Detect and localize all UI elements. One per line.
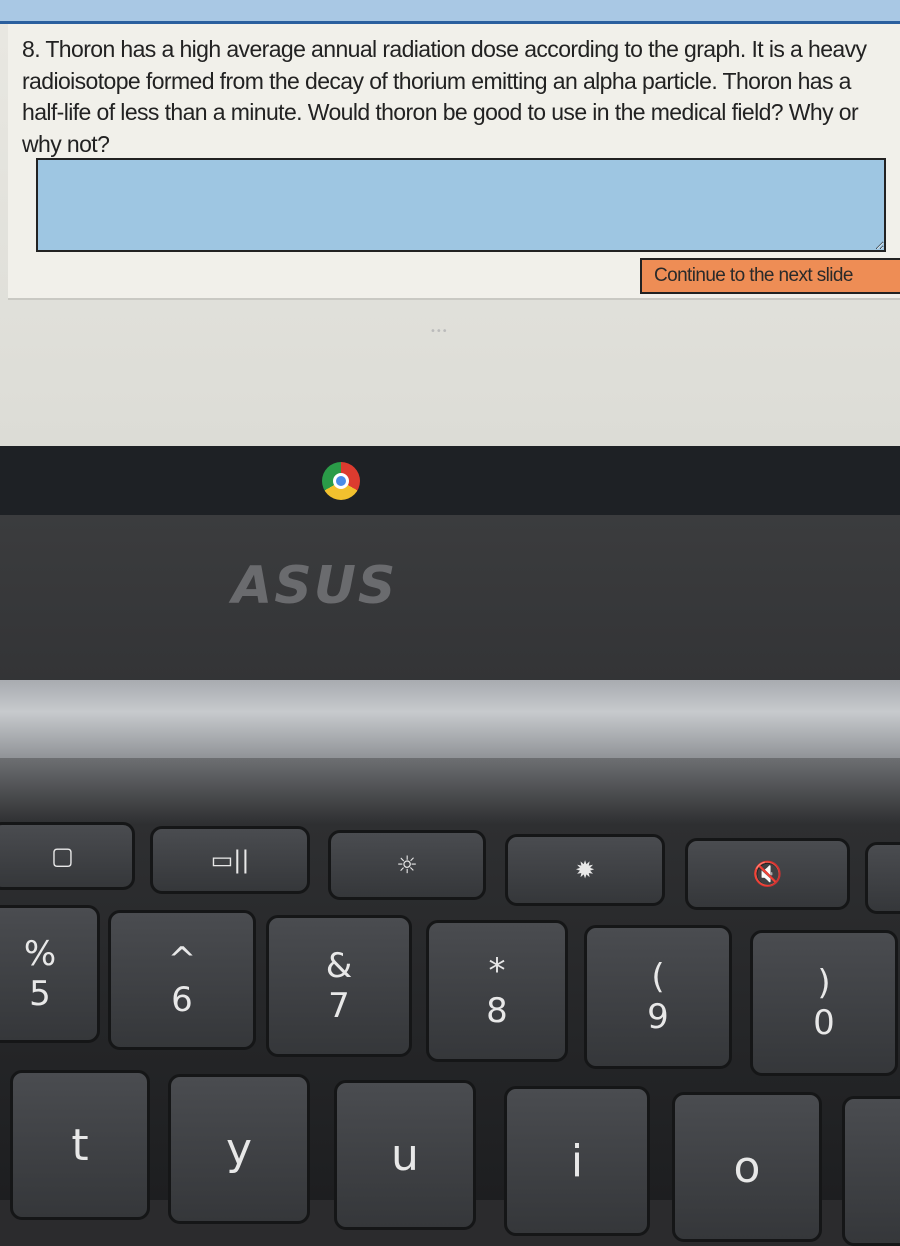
key-overview[interactable]: ▭|| xyxy=(150,826,310,894)
key-y[interactable]: y xyxy=(168,1074,310,1224)
key-label-bottom: 6 xyxy=(171,980,193,1020)
key-partial[interactable] xyxy=(842,1096,900,1246)
key-brightness-up[interactable]: ✹ xyxy=(505,834,665,906)
key-brightness-down[interactable]: ☼ xyxy=(328,830,486,900)
more-dots: ••• xyxy=(430,326,448,337)
key-label: t xyxy=(71,1119,89,1171)
key-label: o xyxy=(733,1141,761,1193)
key-label-top: * xyxy=(488,951,506,991)
key-label-top: ^ xyxy=(167,940,197,980)
asus-logo: ASUS xyxy=(232,556,398,616)
key-mute[interactable]: 🔇 xyxy=(685,838,850,910)
key-label: u xyxy=(391,1129,419,1181)
fullscreen-icon: ▢ xyxy=(51,842,74,870)
key-0[interactable]: ) 0 xyxy=(750,930,898,1076)
key-label-bottom: 9 xyxy=(647,997,669,1037)
key-9[interactable]: (9 xyxy=(584,925,732,1069)
chrome-icon[interactable] xyxy=(322,462,360,500)
key-label-bottom: 8 xyxy=(486,991,508,1031)
key-label: i xyxy=(570,1135,584,1187)
key-label-top: ) xyxy=(817,963,831,1003)
continue-button[interactable]: Continue to the next slide xyxy=(640,258,900,294)
laptop-hinge xyxy=(0,680,900,760)
key-label-bottom: 0 xyxy=(813,1003,835,1043)
answer-input[interactable] xyxy=(36,158,886,252)
key-7[interactable]: & 7 xyxy=(266,915,412,1057)
key-8[interactable]: * 8 xyxy=(426,920,568,1062)
brightness-up-icon: ✹ xyxy=(574,856,596,884)
key-label-bottom: 5 xyxy=(29,974,51,1014)
brightness-down-icon: ☼ xyxy=(396,851,418,879)
key-6[interactable]: ^ 6 xyxy=(108,910,256,1050)
question-text: 8. Thoron has a high average annual radi… xyxy=(22,36,867,157)
key-5[interactable]: % 5 xyxy=(0,905,100,1043)
key-i[interactable]: i xyxy=(504,1086,650,1236)
previous-answer-box[interactable] xyxy=(0,0,900,24)
key-label-top: & xyxy=(325,946,353,986)
laptop-bezel xyxy=(0,515,900,683)
key-label: y xyxy=(225,1123,253,1175)
overview-icon: ▭|| xyxy=(210,846,250,874)
taskbar-shelf xyxy=(0,446,900,518)
key-function-partial[interactable] xyxy=(865,842,900,914)
key-label-bottom: 7 xyxy=(328,986,350,1026)
mute-icon: 🔇 xyxy=(752,860,783,888)
key-label-top: % xyxy=(23,934,57,974)
key-o[interactable]: o xyxy=(672,1092,822,1242)
key-t[interactable]: t xyxy=(10,1070,150,1220)
key-label-top: ( xyxy=(651,957,665,997)
key-u[interactable]: u xyxy=(334,1080,476,1230)
key-fullscreen[interactable]: ▢ xyxy=(0,822,135,890)
